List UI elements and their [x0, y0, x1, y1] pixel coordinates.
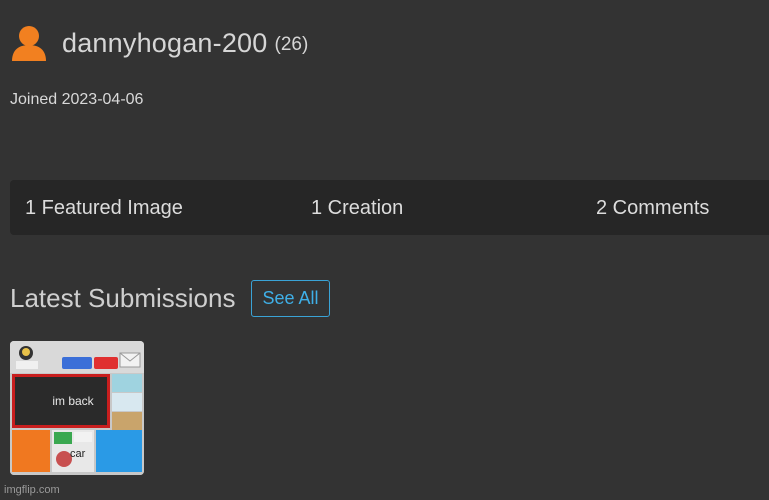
latest-submissions-heading: Latest Submissions: [10, 283, 236, 313]
submission-thumbnail[interactable]: im back car: [10, 341, 144, 475]
user-points: (26): [274, 34, 309, 55]
joined-date: Joined 2023-04-06: [10, 91, 144, 108]
creations-link[interactable]: 1 Creation: [311, 197, 403, 220]
imgflip-watermark: imgflip.com: [4, 484, 60, 496]
stats-bar: 1 Featured Image 1 Creation 2 Comments: [10, 180, 769, 235]
comments-link[interactable]: 2 Comments: [596, 197, 709, 220]
username-link[interactable]: dannyhogan-200: [62, 28, 268, 59]
featured-images-link[interactable]: 1 Featured Image: [25, 197, 183, 220]
thumbnail-caption: im back: [52, 394, 94, 408]
user-icon: [10, 24, 48, 62]
see-all-button[interactable]: See All: [251, 280, 330, 317]
user-header: dannyhogan-200 (26): [10, 24, 308, 62]
thumbnail-car-text: car: [70, 448, 86, 460]
user-profile-page: dannyhogan-200 (26) Joined 2023-04-06 1 …: [0, 0, 769, 500]
latest-submissions-header: Latest Submissions See All: [10, 280, 330, 317]
